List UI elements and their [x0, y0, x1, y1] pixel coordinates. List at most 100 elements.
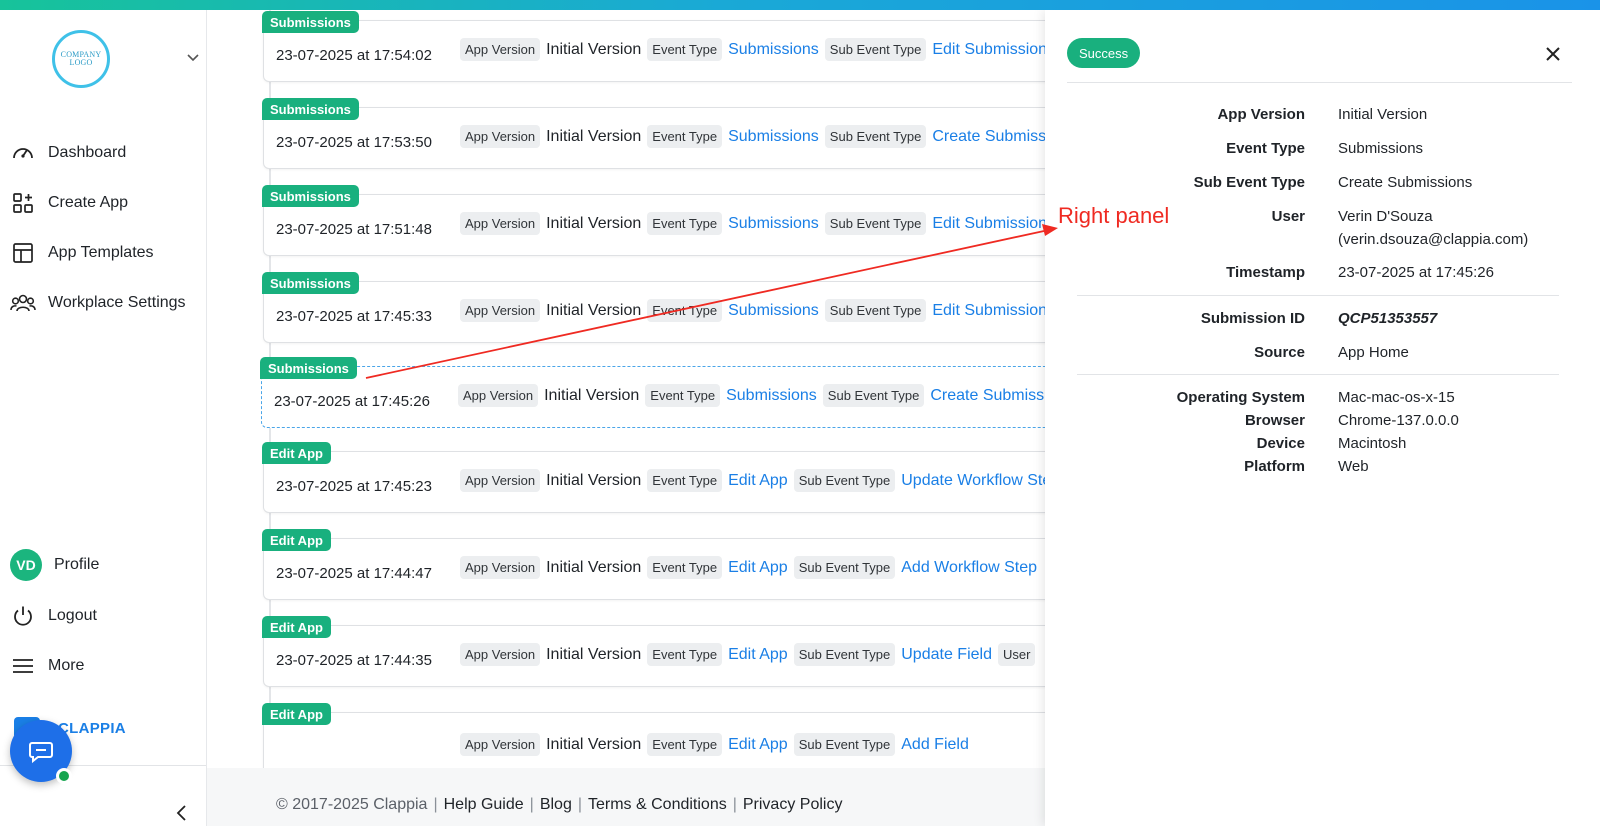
event-type-link[interactable]: Submissions: [728, 215, 819, 233]
sub-event-type-link[interactable]: Update Workflow Step: [901, 472, 1045, 490]
event-badge: Submissions: [262, 11, 359, 33]
detail-value-source: App Home: [1338, 344, 1409, 361]
detail-value-browser: Chrome-137.0.0.0: [1338, 412, 1459, 429]
sidebar-item-logout[interactable]: Logout: [10, 601, 97, 631]
footer-link-privacy[interactable]: Privacy Policy: [743, 796, 843, 813]
entry-timestamp: 23-07-2025 at 17:45:33: [276, 308, 432, 325]
sidebar-item-workplace-settings[interactable]: Workplace Settings: [10, 288, 186, 318]
sub-event-type-link[interactable]: Add Field: [901, 736, 969, 754]
chevron-down-icon[interactable]: [186, 50, 200, 64]
activity-log-list[interactable]: Submissions 23-07-2025 at 17:54:02 App V…: [207, 10, 1045, 768]
event-type-link[interactable]: Edit App: [728, 646, 788, 664]
sidebar-item-more[interactable]: More: [10, 651, 84, 681]
entry-timestamp: 23-07-2025 at 17:44:35: [276, 652, 432, 669]
detail-label-event-type: Event Type: [1226, 140, 1305, 157]
log-entry[interactable]: Submissions 23-07-2025 at 17:45:33 App V…: [262, 272, 1045, 343]
event-type-link[interactable]: Edit App: [728, 559, 788, 577]
company-logo[interactable]: COMPANY LOGO: [52, 30, 110, 88]
detail-value-timestamp: 23-07-2025 at 17:45:26: [1338, 264, 1494, 281]
entry-timestamp: 23-07-2025 at 17:44:47: [276, 565, 432, 582]
detail-value-platform: Web: [1338, 458, 1369, 475]
event-type-tag: Event Type: [647, 38, 723, 61]
sub-event-type-tag: Sub Event Type: [824, 299, 927, 322]
app-version-value: Initial Version: [544, 386, 640, 404]
log-entry[interactable]: Edit App 23-07-2025 at 17:44:35 App Vers…: [262, 616, 1045, 687]
chat-bubble-icon: [29, 742, 53, 764]
footer-link-terms[interactable]: Terms & Conditions: [588, 796, 727, 813]
sub-event-type-link[interactable]: Add Workflow Step: [901, 559, 1037, 577]
app-version-value: Initial Version: [546, 127, 642, 145]
event-badge: Submissions: [262, 98, 359, 120]
sub-event-type-tag: Sub Event Type: [824, 212, 927, 235]
log-entry[interactable]: Edit App App Version Initial Version Eve…: [262, 703, 1045, 768]
entry-timestamp: 23-07-2025 at 17:54:02: [276, 47, 432, 64]
sidebar-item-label: Create App: [48, 194, 129, 211]
entry-meta: App Version Initial Version Event Type S…: [460, 125, 1045, 148]
footer-links: © 2017-2025 Clappia | Help Guide | Blog | Term…: [276, 796, 843, 813]
event-type-link[interactable]: Edit App: [728, 472, 788, 490]
app-version-tag: App Version: [460, 125, 541, 148]
sub-event-type-link[interactable]: Edit Submission: [932, 41, 1045, 59]
sub-event-type-link[interactable]: Create Submissions: [930, 387, 1045, 405]
detail-value-event-type: Submissions: [1338, 140, 1424, 157]
footer-link-help-guide[interactable]: Help Guide: [444, 796, 524, 813]
sidebar-item-label: Dashboard: [48, 144, 127, 161]
detail-label-timestamp: Timestamp: [1226, 264, 1305, 281]
log-entry[interactable]: Submissions 23-07-2025 at 17:51:48 App V…: [262, 185, 1045, 256]
sidebar-item-label: More: [48, 657, 85, 674]
panel-divider: [1077, 374, 1559, 375]
sidebar-item-profile[interactable]: VD Profile: [10, 548, 99, 582]
event-badge: Edit App: [262, 442, 331, 464]
brand-text: CLAPPIA: [58, 719, 126, 737]
sub-event-type-link[interactable]: Edit Submission: [932, 215, 1045, 233]
sidebar-item-label: Profile: [54, 556, 100, 573]
detail-label-browser: Browser: [1244, 412, 1305, 429]
log-entry[interactable]: Edit App 23-07-2025 at 17:44:47 App Vers…: [262, 529, 1045, 600]
event-type-tag: Event Type: [647, 299, 723, 322]
templates-icon: [10, 240, 36, 266]
app-version-tag: App Version: [460, 469, 541, 492]
chevron-left-icon[interactable]: [174, 805, 190, 821]
footer-link-blog[interactable]: Blog: [540, 796, 572, 813]
event-type-link[interactable]: Submissions: [728, 128, 819, 146]
detail-label-device: Device: [1256, 435, 1305, 452]
entry-meta: App Version Initial Version Event Type S…: [460, 299, 1045, 322]
event-type-link[interactable]: Submissions: [728, 302, 819, 320]
event-type-link[interactable]: Submissions: [726, 387, 817, 405]
close-icon[interactable]: [1545, 46, 1561, 62]
event-type-tag: Event Type: [647, 469, 723, 492]
entry-meta: App Version Initial Version Event Type E…: [460, 556, 1043, 579]
panel-divider: [1067, 82, 1572, 83]
log-entry[interactable]: Edit App 23-07-2025 at 17:45:23 App Vers…: [262, 442, 1045, 513]
sidebar-item-create-app[interactable]: Create App: [10, 188, 128, 218]
event-type-tag: Event Type: [647, 643, 723, 666]
sub-event-type-tag: Sub Event Type: [824, 125, 927, 148]
sub-event-type-link[interactable]: Edit Submission: [932, 302, 1045, 320]
app-version-tag: App Version: [460, 733, 541, 756]
app-version-tag: App Version: [460, 643, 541, 666]
sidebar-item-app-templates[interactable]: App Templates: [10, 238, 154, 268]
event-type-link[interactable]: Submissions: [728, 41, 819, 59]
event-type-tag: Event Type: [647, 556, 723, 579]
log-entry[interactable]: Submissions 23-07-2025 at 17:53:50 App V…: [262, 98, 1045, 169]
menu-icon: [10, 653, 36, 679]
app-version-tag: App Version: [458, 384, 539, 407]
detail-value-submission-id[interactable]: QCP51353557: [1338, 307, 1437, 330]
log-entry-selected[interactable]: Submissions 23-07-2025 at 17:45:26 App V…: [260, 357, 1045, 428]
event-badge: Submissions: [262, 185, 359, 207]
event-badge: Submissions: [260, 357, 357, 379]
log-entry[interactable]: Submissions 23-07-2025 at 17:54:02 App V…: [262, 11, 1045, 82]
app-version-value: Initial Version: [546, 40, 642, 58]
sidebar-item-dashboard[interactable]: Dashboard: [10, 138, 126, 168]
entry-meta: App Version Initial Version Event Type E…: [460, 733, 975, 756]
detail-value-operating-system: Mac-mac-os-x-15: [1338, 389, 1455, 406]
users-icon: [10, 290, 36, 316]
event-type-link[interactable]: Edit App: [728, 736, 788, 754]
detail-value-app-version: Initial Version: [1338, 106, 1428, 123]
entry-meta: App Version Initial Version Event Type E…: [460, 643, 1041, 666]
sub-event-type-link[interactable]: Create Submissions: [932, 128, 1045, 146]
sub-event-type-tag: Sub Event Type: [793, 556, 896, 579]
sub-event-type-link[interactable]: Update Field: [901, 646, 992, 664]
detail-label-sub-event-type: Sub Event Type: [1193, 174, 1305, 191]
detail-value-device: Macintosh: [1338, 435, 1407, 452]
